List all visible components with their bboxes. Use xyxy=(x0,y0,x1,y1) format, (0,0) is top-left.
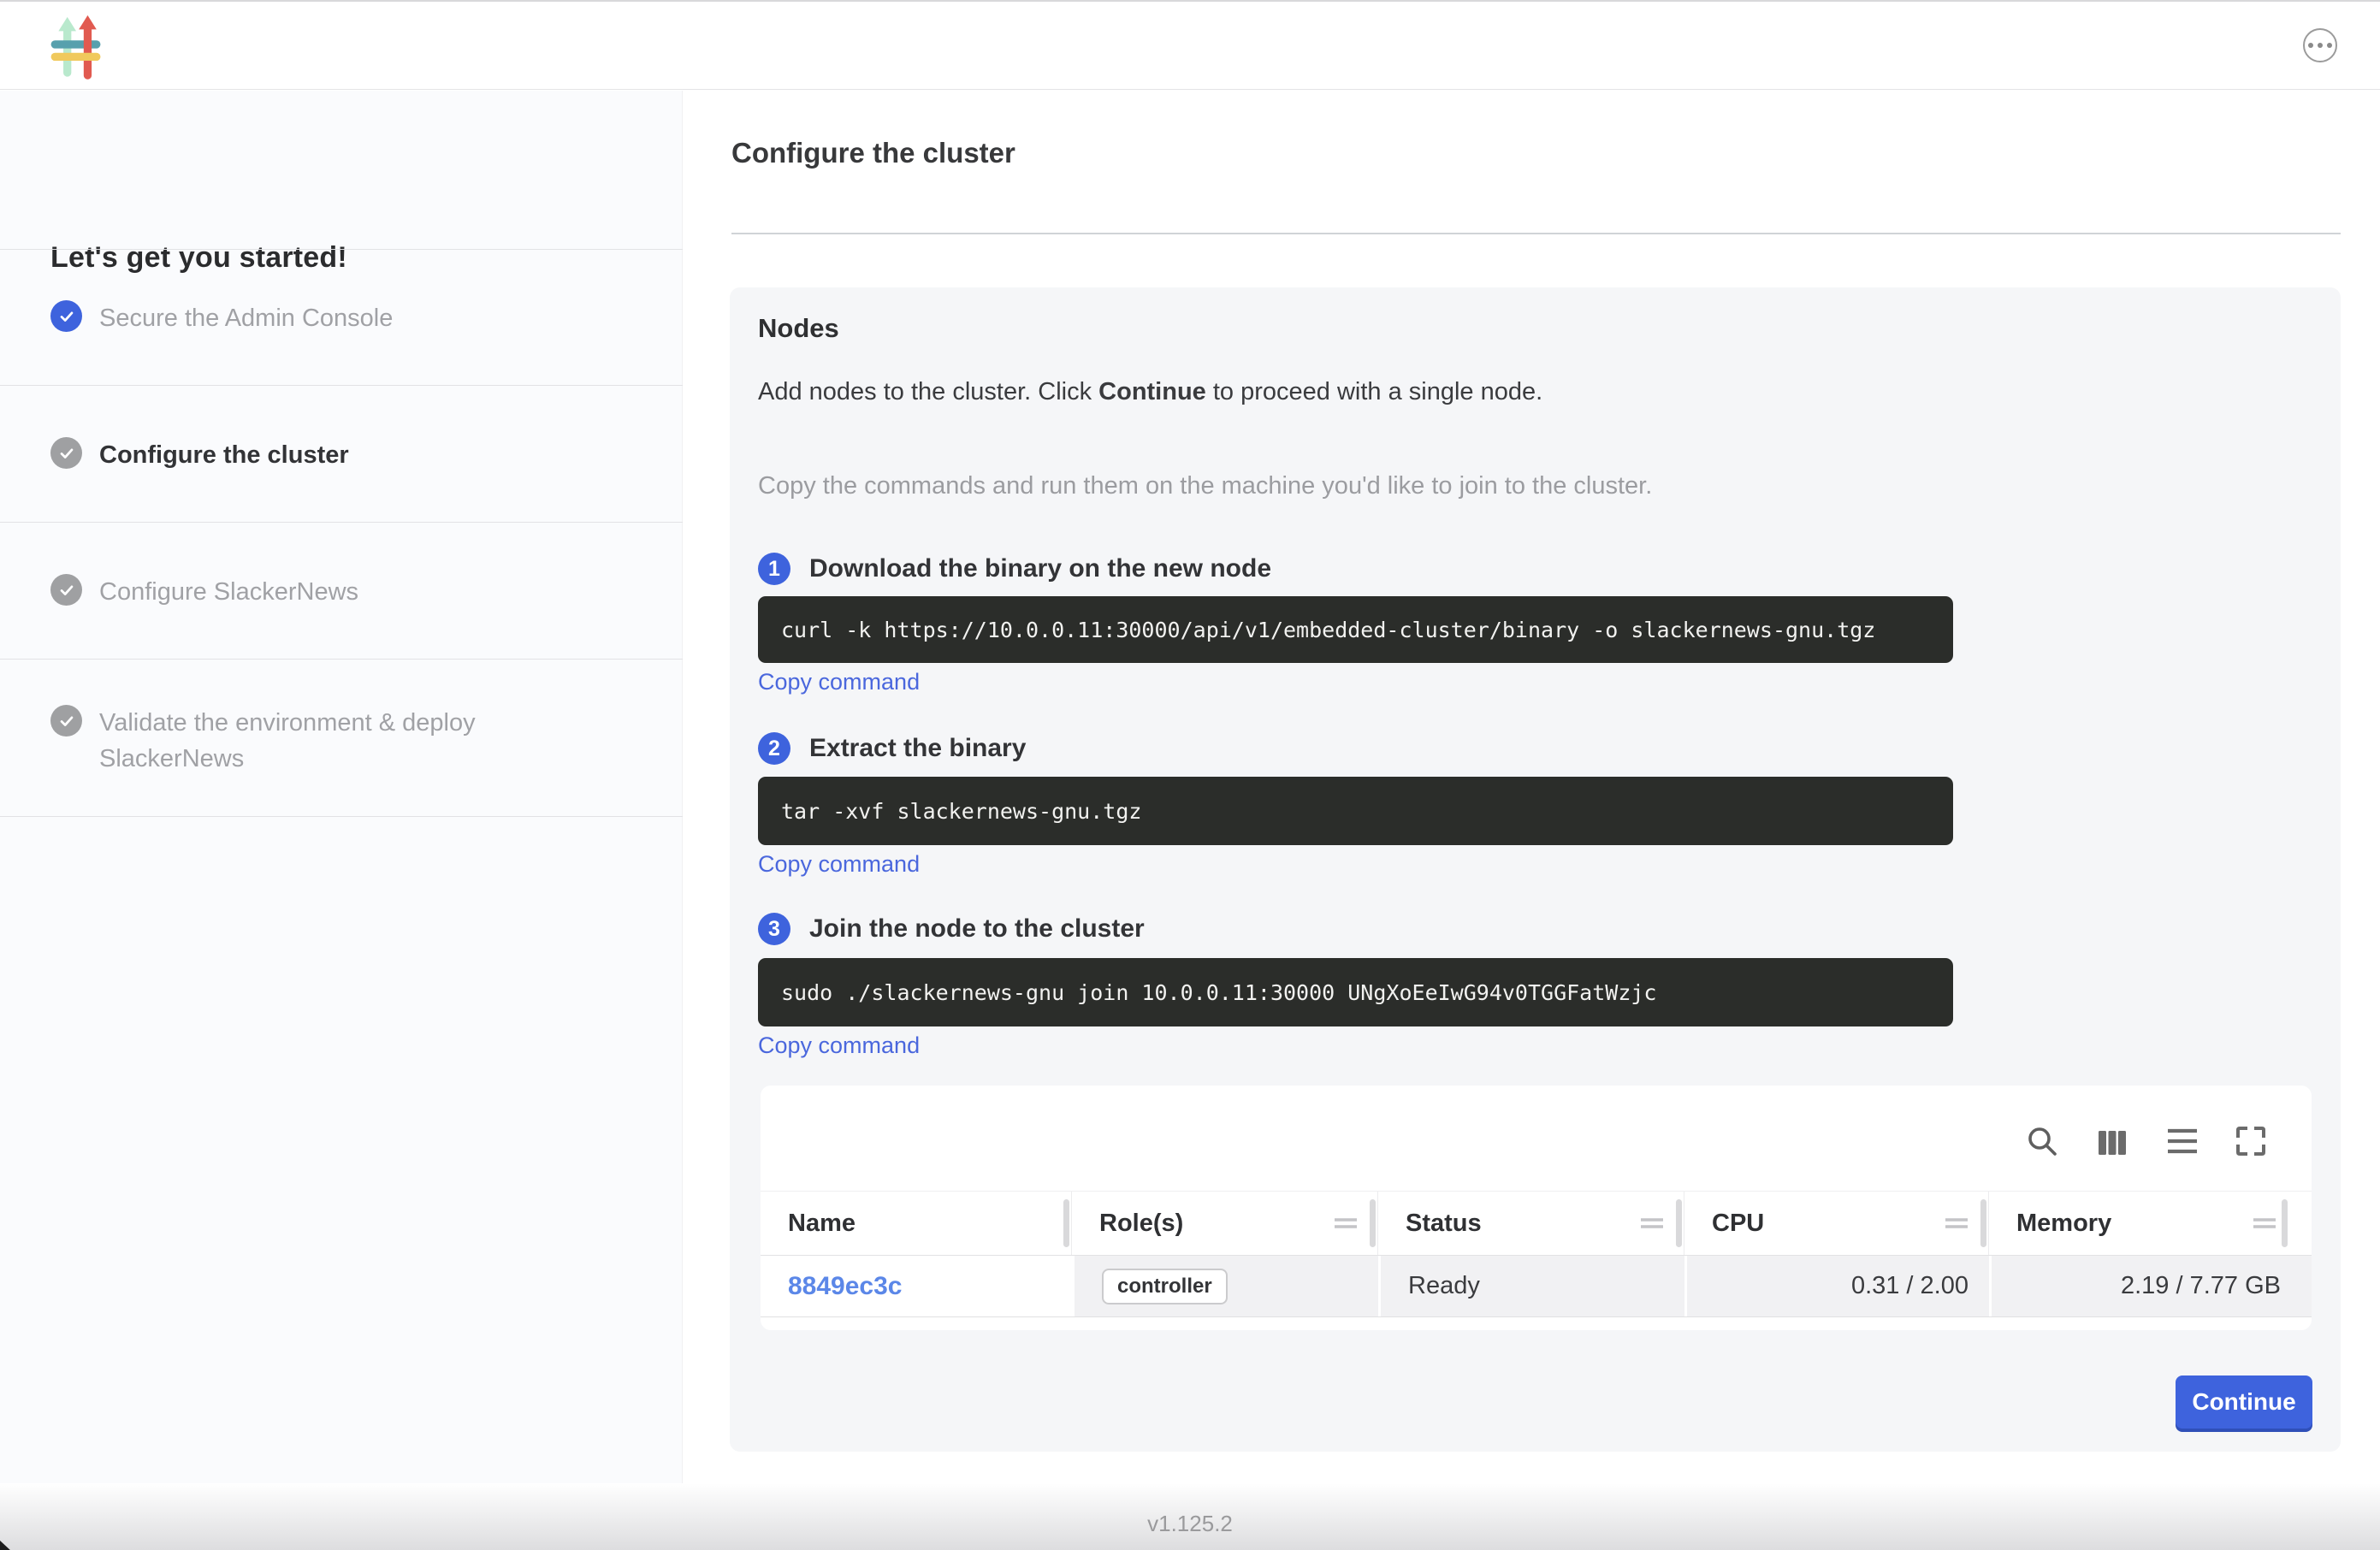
column-resize-handle[interactable] xyxy=(1676,1199,1682,1247)
column-header-roles[interactable]: Role(s) xyxy=(1072,1192,1378,1255)
copy-commands-hint: Copy the commands and run them on the ma… xyxy=(758,472,1652,500)
divider xyxy=(0,816,683,817)
copy-command-link-1[interactable]: Copy command xyxy=(758,669,920,695)
step-2-heading: 2 Extract the binary xyxy=(758,732,1026,765)
app-window: Let's get you started! Secure the Admin … xyxy=(0,0,2380,1550)
command-block-download: curl -k https://10.0.0.11:30000/api/v1/e… xyxy=(758,596,1953,663)
columns-icon[interactable] xyxy=(2096,1127,2128,1159)
role-badge: controller xyxy=(1102,1269,1228,1304)
column-resize-handle[interactable] xyxy=(1063,1199,1069,1247)
node-name-link[interactable]: 8849ec3c xyxy=(788,1272,902,1301)
nodes-heading: Nodes xyxy=(758,313,839,344)
command-text: sudo ./slackernews-gnu join 10.0.0.11:30… xyxy=(781,980,1657,1005)
search-icon[interactable] xyxy=(2026,1125,2058,1157)
step-1-number-badge: 1 xyxy=(758,553,790,585)
cell-memory: 2.19 / 7.77 GB xyxy=(1989,1256,2312,1316)
continue-button[interactable]: Continue xyxy=(2176,1375,2312,1429)
column-drag-icon[interactable] xyxy=(1944,1216,1969,1231)
column-header-status[interactable]: Status xyxy=(1378,1192,1684,1255)
check-circle-pending-icon xyxy=(50,437,82,469)
fullscreen-icon[interactable] xyxy=(2235,1125,2267,1157)
table-header-row: Name Role(s) Status xyxy=(761,1191,2312,1256)
top-bar xyxy=(0,2,2380,90)
version-label: v1.125.2 xyxy=(0,1511,2380,1537)
footer-bar: v1.125.2 xyxy=(0,1483,2380,1550)
sidebar-item-label: Configure the cluster xyxy=(99,437,349,473)
command-text: tar -xvf slackernews-gnu.tgz xyxy=(781,799,1141,824)
slackernews-logo-icon xyxy=(49,13,102,80)
cell-name: 8849ec3c xyxy=(761,1256,1072,1316)
copy-command-link-2[interactable]: Copy command xyxy=(758,851,920,878)
divider xyxy=(0,249,683,250)
column-resize-handle[interactable] xyxy=(1370,1199,1376,1247)
step-2-number-badge: 2 xyxy=(758,732,790,765)
cell-cpu: 0.31 / 2.00 xyxy=(1684,1256,1989,1316)
copy-command-link-3[interactable]: Copy command xyxy=(758,1032,920,1059)
divider xyxy=(731,233,2341,234)
cell-status: Ready xyxy=(1378,1256,1684,1316)
divider xyxy=(0,385,683,386)
check-circle-pending-icon xyxy=(50,705,82,737)
nodes-intro-text: Add nodes to the cluster. Click Continue… xyxy=(758,378,1542,406)
column-header-cpu[interactable]: CPU xyxy=(1684,1192,1989,1255)
column-resize-handle[interactable] xyxy=(2282,1199,2288,1247)
divider xyxy=(0,522,683,523)
step-3-number-badge: 3 xyxy=(758,913,790,945)
density-icon[interactable] xyxy=(2166,1125,2199,1157)
column-header-name[interactable]: Name xyxy=(761,1192,1072,1255)
column-drag-icon[interactable] xyxy=(1333,1216,1359,1231)
nodes-table: Name Role(s) Status xyxy=(761,1086,2312,1330)
page-title: Configure the cluster xyxy=(731,137,1015,169)
column-drag-icon[interactable] xyxy=(2252,1216,2277,1231)
sidebar-item-label: Configure SlackerNews xyxy=(99,574,358,610)
step-3-heading: 3 Join the node to the cluster xyxy=(758,913,1145,945)
sidebar-title: Let's get you started! xyxy=(50,241,347,275)
setup-steps-sidebar: Let's get you started! Secure the Admin … xyxy=(0,91,683,1483)
sidebar-item-label: Validate the environment & deploy Slacke… xyxy=(99,705,561,777)
check-circle-done-icon xyxy=(50,300,82,332)
command-block-join: sudo ./slackernews-gnu join 10.0.0.11:30… xyxy=(758,958,1953,1026)
command-text: curl -k https://10.0.0.11:30000/api/v1/e… xyxy=(781,618,1875,642)
sidebar-item-secure-admin-console: Secure the Admin Console xyxy=(50,300,393,336)
sidebar-item-configure-cluster: Configure the cluster xyxy=(50,437,349,473)
sidebar-item-validate-deploy: Validate the environment & deploy Slacke… xyxy=(50,705,561,777)
column-resize-handle[interactable] xyxy=(1980,1199,1986,1247)
step-1-heading: 1 Download the binary on the new node xyxy=(758,553,1271,585)
table-row: 8849ec3c controller Ready 0.31 / 2.00 2.… xyxy=(761,1256,2312,1317)
nodes-card: Nodes Add nodes to the cluster. Click Co… xyxy=(730,287,2341,1452)
more-options-button[interactable] xyxy=(2303,28,2337,62)
sidebar-item-configure-slackernews: Configure SlackerNews xyxy=(50,574,358,610)
cell-roles: controller xyxy=(1072,1256,1378,1316)
sidebar-item-label: Secure the Admin Console xyxy=(99,300,393,336)
ellipsis-icon xyxy=(2308,43,2313,48)
column-drag-icon[interactable] xyxy=(1639,1216,1665,1231)
command-block-extract: tar -xvf slackernews-gnu.tgz xyxy=(758,777,1953,845)
column-header-memory[interactable]: Memory xyxy=(1989,1192,2312,1255)
check-circle-pending-icon xyxy=(50,574,82,606)
divider xyxy=(0,659,683,660)
